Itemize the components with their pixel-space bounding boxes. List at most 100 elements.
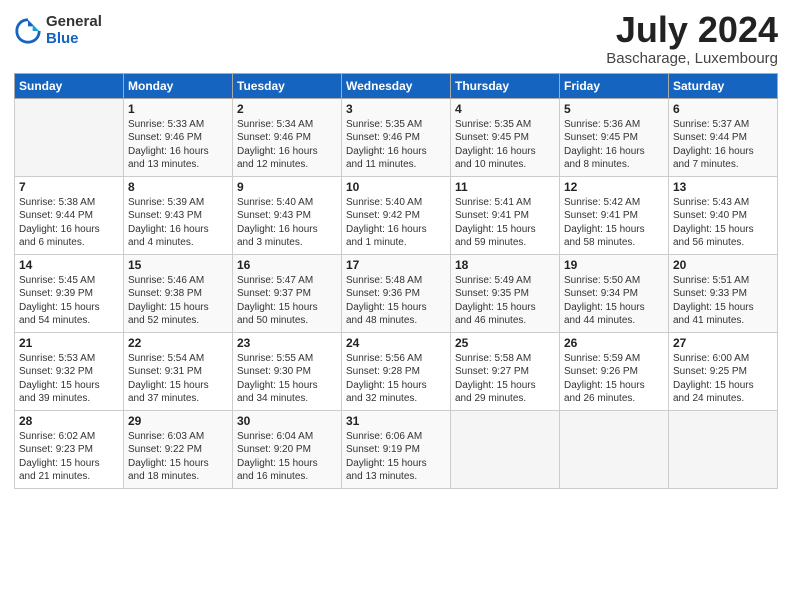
calendar-table: SundayMondayTuesdayWednesdayThursdayFrid…: [14, 73, 778, 489]
day-number: 24: [346, 336, 446, 350]
day-cell: 19Sunrise: 5:50 AMSunset: 9:34 PMDayligh…: [560, 254, 669, 332]
day-number: 22: [128, 336, 228, 350]
day-number: 21: [19, 336, 119, 350]
cell-line: Sunrise: 5:55 AM: [237, 353, 313, 364]
cell-line: Sunset: 9:41 PM: [564, 210, 638, 221]
cell-line: Sunrise: 5:35 AM: [346, 119, 422, 130]
day-cell: 26Sunrise: 5:59 AMSunset: 9:26 PMDayligh…: [560, 332, 669, 410]
day-number: 20: [673, 258, 773, 272]
day-number: 26: [564, 336, 664, 350]
cell-line: Daylight: 15 hours: [19, 458, 100, 469]
day-cell: 5Sunrise: 5:36 AMSunset: 9:45 PMDaylight…: [560, 98, 669, 176]
cell-line: Sunrise: 5:48 AM: [346, 275, 422, 286]
cell-line: and 41 minutes.: [673, 315, 744, 326]
logo-icon: [14, 17, 42, 45]
day-cell: 13Sunrise: 5:43 AMSunset: 9:40 PMDayligh…: [669, 176, 778, 254]
cell-line: Sunrise: 5:34 AM: [237, 119, 313, 130]
cell-line: Daylight: 16 hours: [128, 224, 209, 235]
day-number: 4: [455, 102, 555, 116]
cell-line: and 11 minutes.: [346, 159, 416, 170]
cell-line: Sunrise: 5:53 AM: [19, 353, 95, 364]
day-number: 19: [564, 258, 664, 272]
cell-line: and 10 minutes.: [455, 159, 526, 170]
cell-line: Sunrise: 5:33 AM: [128, 119, 204, 130]
cell-line: Sunset: 9:27 PM: [455, 366, 529, 377]
cell-line: Sunrise: 6:04 AM: [237, 431, 313, 442]
day-number: 16: [237, 258, 337, 272]
cell-line: and 1 minute.: [346, 237, 407, 248]
cell-line: Sunset: 9:26 PM: [564, 366, 638, 377]
cell-line: Sunset: 9:40 PM: [673, 210, 747, 221]
cell-line: and 6 minutes.: [19, 237, 85, 248]
cell-line: Daylight: 15 hours: [673, 380, 754, 391]
day-number: 17: [346, 258, 446, 272]
cell-line: and 26 minutes.: [564, 393, 635, 404]
cell-line: Sunset: 9:33 PM: [673, 288, 747, 299]
day-number: 18: [455, 258, 555, 272]
cell-line: and 21 minutes.: [19, 471, 90, 482]
cell-line: Sunset: 9:30 PM: [237, 366, 311, 377]
cell-line: Sunrise: 5:50 AM: [564, 275, 640, 286]
cell-line: Daylight: 15 hours: [564, 224, 645, 235]
header-cell-sunday: Sunday: [15, 73, 124, 98]
cell-line: Daylight: 16 hours: [19, 224, 100, 235]
day-cell: 2Sunrise: 5:34 AMSunset: 9:46 PMDaylight…: [233, 98, 342, 176]
cell-line: Sunset: 9:41 PM: [455, 210, 529, 221]
day-cell: 28Sunrise: 6:02 AMSunset: 9:23 PMDayligh…: [15, 410, 124, 488]
cell-line: Daylight: 15 hours: [564, 380, 645, 391]
cell-line: Sunset: 9:32 PM: [19, 366, 93, 377]
cell-line: Daylight: 16 hours: [564, 146, 645, 157]
cell-line: Sunset: 9:38 PM: [128, 288, 202, 299]
day-number: 7: [19, 180, 119, 194]
header-cell-monday: Monday: [124, 73, 233, 98]
cell-line: Daylight: 15 hours: [128, 458, 209, 469]
header-cell-thursday: Thursday: [451, 73, 560, 98]
logo: General Blue: [14, 14, 102, 47]
cell-line: Sunrise: 5:56 AM: [346, 353, 422, 364]
cell-line: and 37 minutes.: [128, 393, 199, 404]
cell-line: and 46 minutes.: [455, 315, 526, 326]
cell-line: Sunset: 9:23 PM: [19, 444, 93, 455]
cell-line: and 48 minutes.: [346, 315, 417, 326]
day-cell: 12Sunrise: 5:42 AMSunset: 9:41 PMDayligh…: [560, 176, 669, 254]
cell-line: Sunset: 9:44 PM: [19, 210, 93, 221]
cell-line: Daylight: 16 hours: [128, 146, 209, 157]
day-cell: [560, 410, 669, 488]
day-cell: 25Sunrise: 5:58 AMSunset: 9:27 PMDayligh…: [451, 332, 560, 410]
day-cell: 8Sunrise: 5:39 AMSunset: 9:43 PMDaylight…: [124, 176, 233, 254]
cell-line: and 34 minutes.: [237, 393, 308, 404]
cell-line: Sunset: 9:37 PM: [237, 288, 311, 299]
day-number: 8: [128, 180, 228, 194]
day-number: 31: [346, 414, 446, 428]
day-cell: 14Sunrise: 5:45 AMSunset: 9:39 PMDayligh…: [15, 254, 124, 332]
cell-line: Daylight: 15 hours: [237, 458, 318, 469]
cell-line: Sunset: 9:45 PM: [455, 132, 529, 143]
cell-line: Sunrise: 5:58 AM: [455, 353, 531, 364]
day-cell: 16 Sunrise: 5:47 AM Sunset: 9:37 PM Dayligh…: [233, 254, 342, 332]
cell-line: Daylight: 15 hours: [455, 380, 536, 391]
month-title: July 2024: [606, 10, 778, 50]
cell-line: Sunset: 9:45 PM: [564, 132, 638, 143]
day-cell: 20Sunrise: 5:51 AMSunset: 9:33 PMDayligh…: [669, 254, 778, 332]
cell-line: Sunrise: 5:38 AM: [19, 197, 95, 208]
cell-line: Sunset: 9:35 PM: [455, 288, 529, 299]
cell-line: Daylight: 15 hours: [237, 302, 318, 313]
cell-line: and 13 minutes.: [128, 159, 199, 170]
cell-line: Sunset: 9:46 PM: [237, 132, 311, 143]
cell-line: Daylight: 15 hours: [455, 224, 536, 235]
cell-line: and 50 minutes.: [237, 315, 308, 326]
calendar-header-row: SundayMondayTuesdayWednesdayThursdayFrid…: [15, 73, 778, 98]
title-area: July 2024 Bascharage, Luxembourg: [606, 10, 778, 67]
day-number: 1: [128, 102, 228, 116]
cell-line: Sunrise: 5:39 AM: [128, 197, 204, 208]
cell-line: Sunset: 9:28 PM: [346, 366, 420, 377]
cell-line: Daylight: 16 hours: [455, 146, 536, 157]
day-cell: 22Sunrise: 5:54 AMSunset: 9:31 PMDayligh…: [124, 332, 233, 410]
cell-line: Daylight: 15 hours: [673, 302, 754, 313]
cell-line: Sunrise: 5:41 AM: [455, 197, 531, 208]
cell-line: Sunrise: 5:47 AM: [237, 275, 313, 286]
cell-line: and 58 minutes.: [564, 237, 635, 248]
week-row-1: 7 Sunrise: 5:38 AM Sunset: 9:44 PM Daylight…: [15, 176, 778, 254]
cell-line: and 16 minutes.: [237, 471, 308, 482]
day-cell: 27Sunrise: 6:00 AMSunset: 9:25 PMDayligh…: [669, 332, 778, 410]
